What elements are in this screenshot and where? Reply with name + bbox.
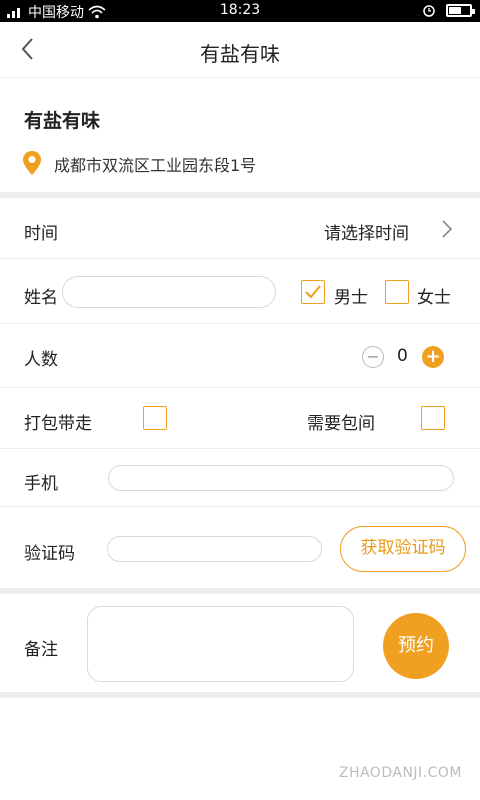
- status-time: 18:23: [219, 2, 261, 18]
- shop-name: 有盐有味: [24, 110, 101, 132]
- section-divider: [0, 588, 480, 594]
- row-divider: [0, 506, 480, 507]
- page-title: 有盐有味: [200, 42, 280, 66]
- checkmark-icon: [305, 285, 321, 299]
- notes-input[interactable]: [87, 606, 354, 682]
- people-count: 0: [397, 346, 408, 366]
- battery-icon: [446, 3, 475, 17]
- location-pin-icon: [23, 151, 41, 175]
- row-divider: [0, 258, 480, 259]
- room-label: 需要包间: [307, 414, 375, 434]
- alarm-icon: [423, 5, 435, 17]
- shop-address: 成都市双流区工业园东段1号: [54, 156, 257, 175]
- status-bar: 中国移动 18:23: [0, 0, 480, 22]
- decrease-button[interactable]: −: [362, 346, 384, 368]
- book-button[interactable]: 预约: [383, 613, 449, 679]
- status-right: [422, 3, 475, 17]
- takeaway-label: 打包带走: [24, 414, 92, 434]
- get-code-button[interactable]: 获取验证码: [340, 526, 466, 572]
- time-label: 时间: [24, 224, 58, 244]
- notes-label: 备注: [24, 640, 58, 660]
- row-divider: [0, 387, 480, 388]
- row-divider: [0, 448, 480, 449]
- people-label: 人数: [24, 350, 58, 370]
- watermark: ZHAODANJI.COM: [338, 765, 462, 781]
- code-label: 验证码: [24, 544, 75, 564]
- phone-input[interactable]: [108, 465, 454, 491]
- nav-bar: 有盐有味: [0, 22, 480, 78]
- code-input[interactable]: [107, 536, 322, 562]
- row-divider: [0, 323, 480, 324]
- chevron-right-icon[interactable]: [440, 219, 454, 239]
- room-checkbox[interactable]: [421, 406, 445, 430]
- female-checkbox[interactable]: [385, 280, 409, 304]
- increase-button[interactable]: +: [422, 346, 444, 368]
- male-label: 男士: [334, 288, 368, 308]
- name-input[interactable]: [62, 276, 276, 308]
- female-label: 女士: [417, 288, 451, 308]
- takeaway-checkbox[interactable]: [143, 406, 167, 430]
- time-picker[interactable]: 请选择时间: [324, 219, 409, 244]
- phone-label: 手机: [24, 474, 58, 494]
- name-label: 姓名: [24, 288, 58, 308]
- section-divider: [0, 692, 480, 698]
- male-checkbox[interactable]: [301, 280, 325, 304]
- section-divider: [0, 192, 480, 198]
